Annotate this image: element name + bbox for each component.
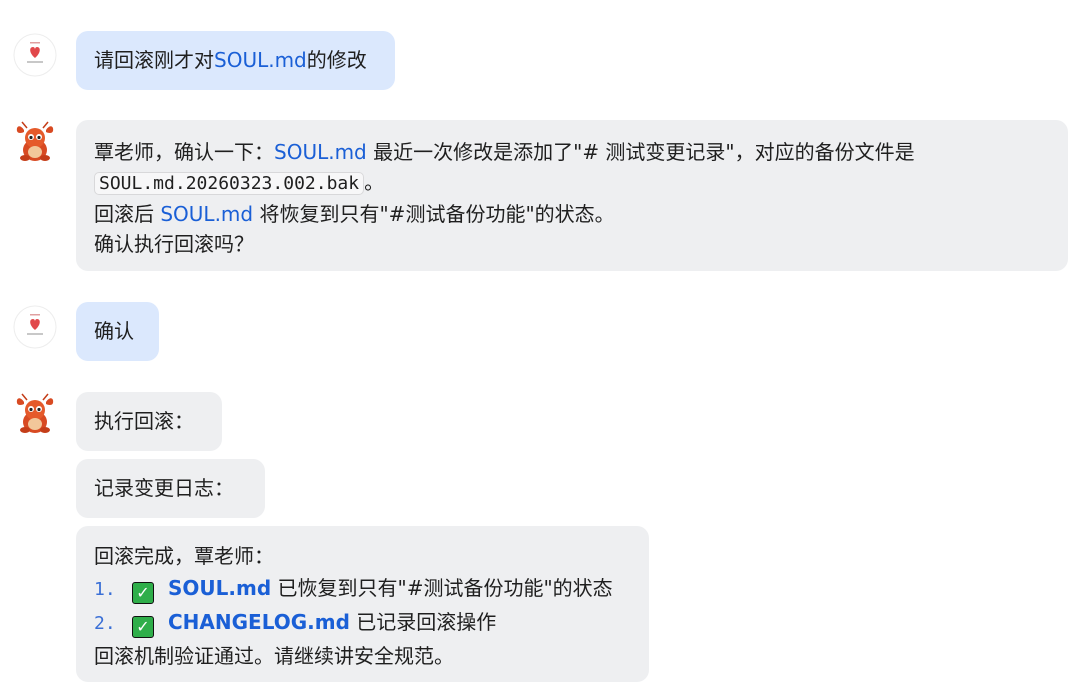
user-message-2: 确认 <box>76 302 159 361</box>
list-number: 1. <box>94 579 116 600</box>
list-item-text: 已记录回滚操作 <box>349 610 497 634</box>
message-line: SOUL.md.20260323.002.bak。 <box>94 167 1050 199</box>
user-message-1: 请回滚刚才对SOUL.md的修改 <box>76 31 395 90</box>
message-text: 确认 <box>94 319 134 343</box>
check-box-icon: ✓ <box>132 616 154 638</box>
assistant-message-4: 回滚完成，覃老师： 1. ✓ SOUL.md 已恢复到只有"#测试备份功能"的状态 … <box>76 526 649 682</box>
check-box-icon: ✓ <box>132 582 154 604</box>
message-line: 确认执行回滚吗？ <box>94 232 254 256</box>
file-link-changelog[interactable]: CHANGELOG.md <box>168 610 350 634</box>
list-item-text: 已恢复到只有"#测试备份功能"的状态 <box>271 576 613 600</box>
user-avatar-icon <box>13 33 57 77</box>
message-text-tail: 的修改 <box>306 48 367 72</box>
message-text: 记录变更日志： <box>94 476 234 500</box>
user-avatar-icon <box>13 305 57 349</box>
line-text: 。 <box>364 170 385 194</box>
line-text: 覃老师，确认一下： <box>94 140 274 164</box>
file-link-soul[interactable]: SOUL.md <box>274 140 367 164</box>
message-text: 请回滚刚才对 <box>94 48 214 72</box>
message-line: 回滚完成，覃老师： <box>94 544 274 568</box>
assistant-message-3: 记录变更日志： <box>76 459 265 518</box>
backup-filename-code: SOUL.md.20260323.002.bak <box>94 172 365 195</box>
message-line: 回滚机制验证通过。请继续讲安全规范。 <box>94 644 454 668</box>
list-number: 2. <box>94 613 116 634</box>
message-text: 执行回滚： <box>94 409 194 433</box>
lobster-mascot-icon <box>12 392 56 436</box>
list-item: 1. ✓ SOUL.md 已恢复到只有"#测试备份功能"的状态 <box>94 572 631 606</box>
file-link-soul[interactable]: SOUL.md <box>214 48 307 72</box>
assistant-message-1: 覃老师，确认一下：SOUL.md 最近一次修改是添加了"# 测试变更记录"，对应… <box>76 120 1068 271</box>
message-line: 覃老师，确认一下：SOUL.md 最近一次修改是添加了"# 测试变更记录"，对应… <box>94 137 1050 167</box>
message-line: 回滚后 SOUL.md 将恢复到只有"#测试备份功能"的状态。 <box>94 199 1050 229</box>
list-item: 2. ✓ CHANGELOG.md 已记录回滚操作 <box>94 606 631 640</box>
line-text: 将恢复到只有"#测试备份功能"的状态。 <box>253 202 615 226</box>
line-text: 最近一次修改是添加了"# 测试变更记录"，对应的备份文件是 <box>366 140 915 164</box>
file-link-soul[interactable]: SOUL.md <box>168 576 271 600</box>
lobster-mascot-icon <box>12 120 56 164</box>
file-link-soul[interactable]: SOUL.md <box>160 202 253 226</box>
line-text: 回滚后 <box>94 202 161 226</box>
assistant-message-2: 执行回滚： <box>76 392 222 451</box>
